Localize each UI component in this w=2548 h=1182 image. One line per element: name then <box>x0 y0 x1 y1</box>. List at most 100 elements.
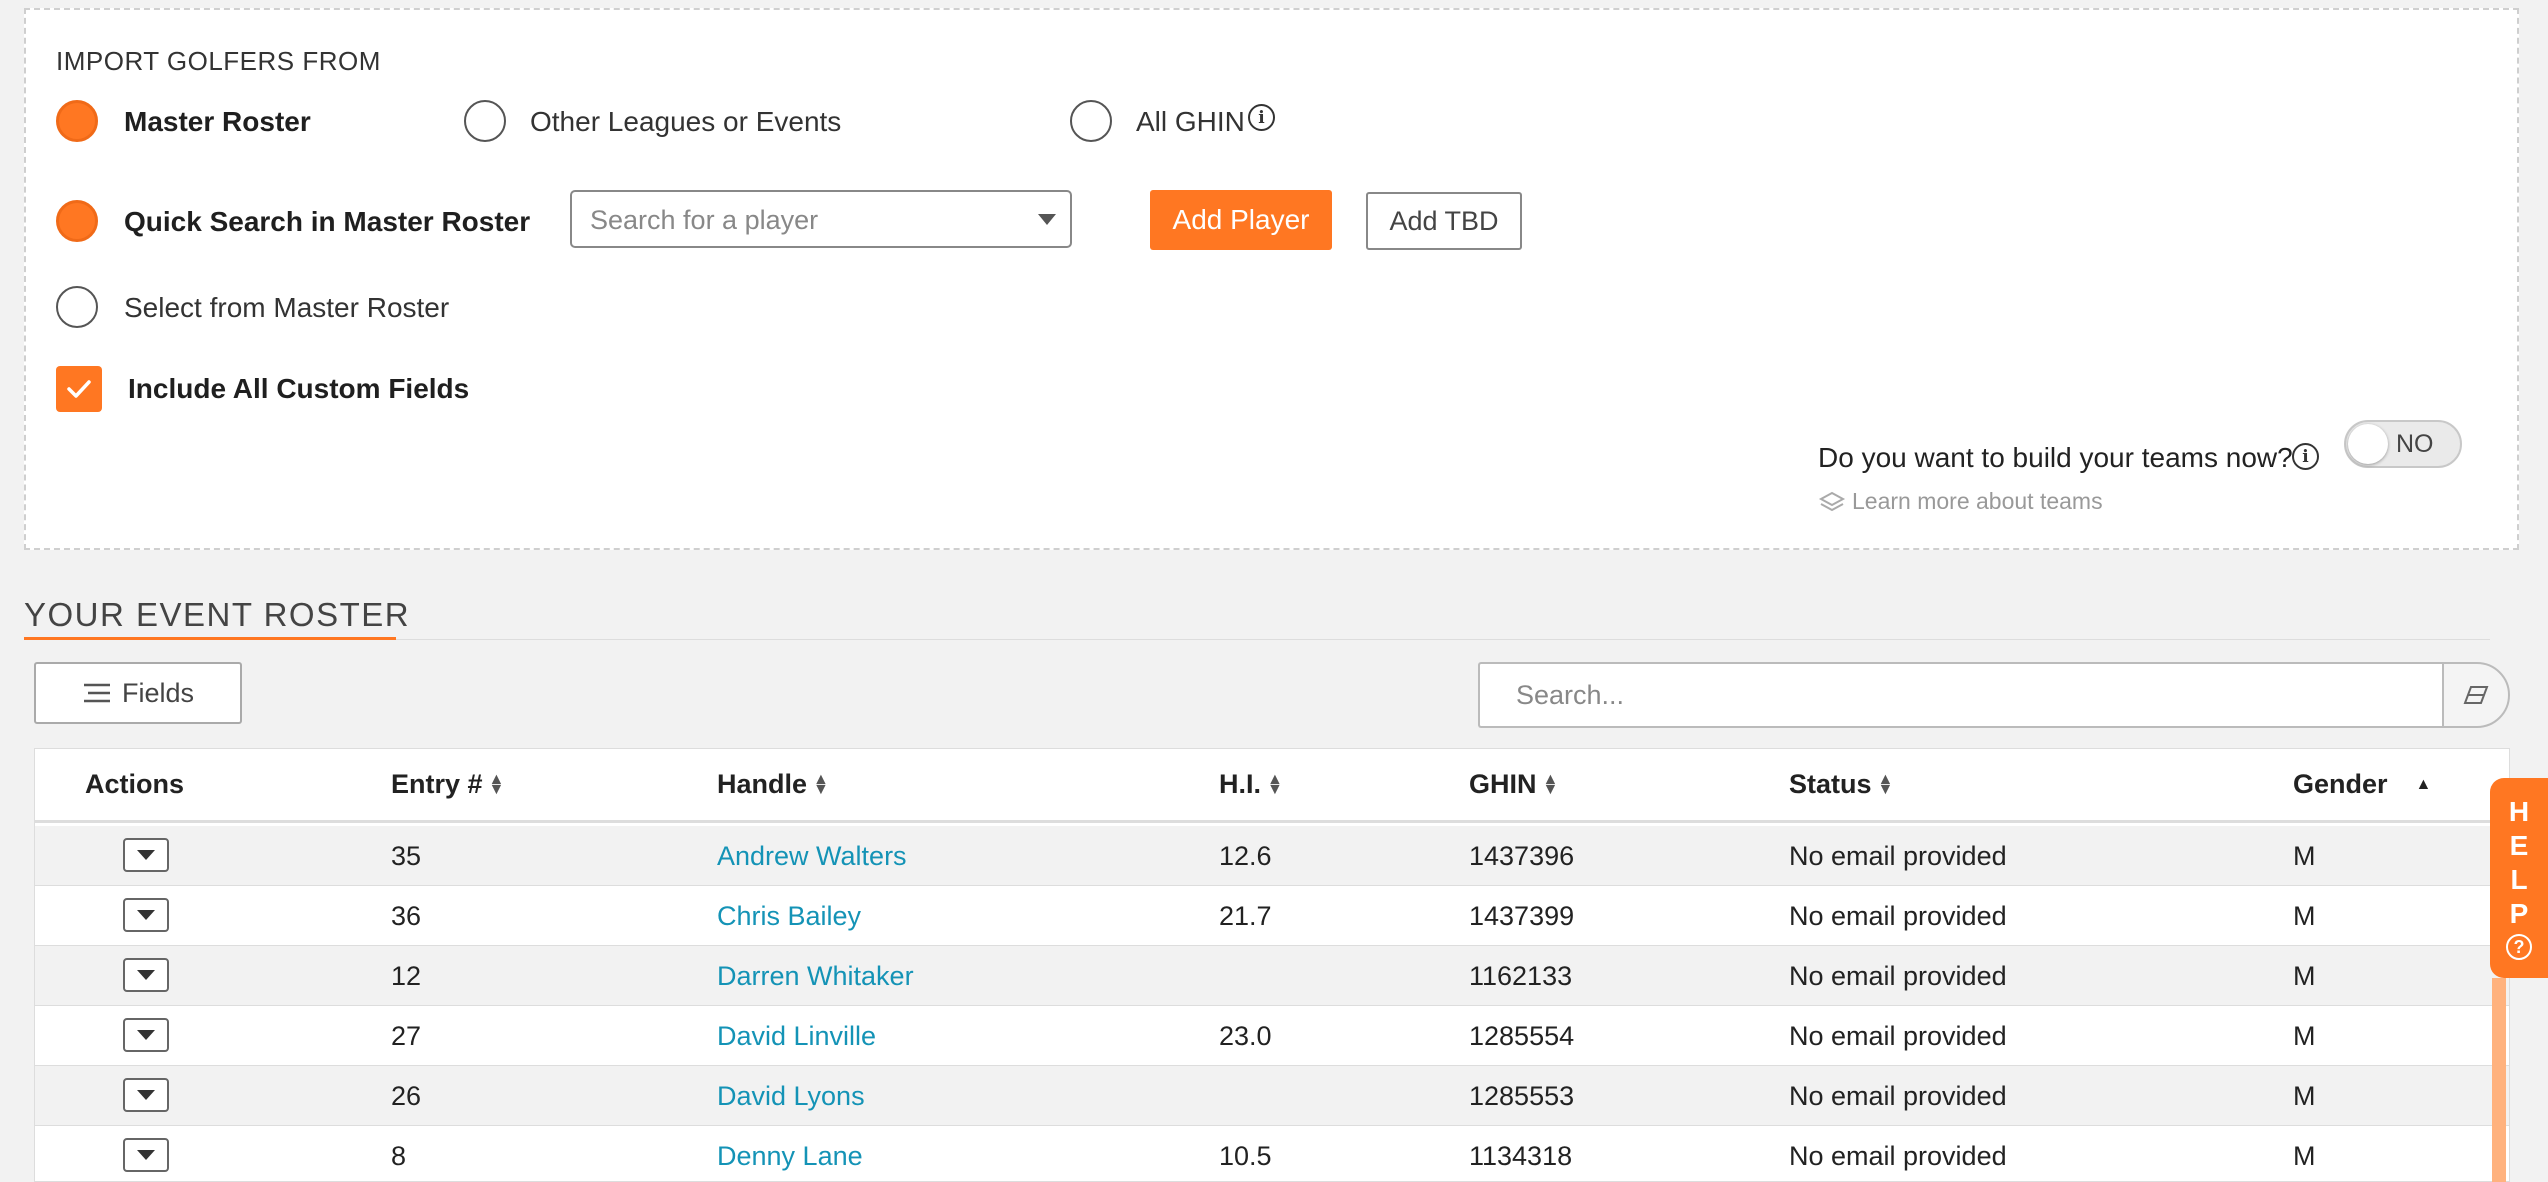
cell-handle[interactable]: Darren Whitaker <box>717 961 914 992</box>
radio-other-leagues[interactable] <box>464 100 506 142</box>
cell-status: No email provided <box>1789 1081 2007 1111</box>
radio-select-master-roster[interactable] <box>56 286 98 328</box>
table-row: 27 David Linville 23.0 1285554 No email prov… <box>35 1006 2509 1066</box>
cell-hi: 21.7 <box>1219 901 1272 931</box>
import-panel: IMPORT GOLFERS FROM Master Roster Other … <box>24 8 2519 550</box>
chevron-down-icon <box>137 850 155 860</box>
fields-button-label: Fields <box>121 677 195 708</box>
row-actions-dropdown[interactable] <box>123 1018 169 1052</box>
column-hi[interactable]: H.I. ▲ ▼ <box>1219 769 1283 800</box>
cell-entry: 27 <box>391 1021 422 1051</box>
chevron-down-icon <box>137 910 155 920</box>
column-entry[interactable]: Entry # ▲ ▼ <box>391 769 504 800</box>
cell-handle[interactable]: David Lyons <box>717 1081 865 1112</box>
cell-gender: M <box>2293 1021 2316 1051</box>
sort-icon[interactable]: ▲ ▼ <box>813 771 829 797</box>
table-row: 8 Denny Lane 10.5 1134318 No email provided M <box>35 1126 2509 1181</box>
row-actions-dropdown[interactable] <box>123 958 169 992</box>
cell-hi: 10.5 <box>1219 1141 1272 1171</box>
sort-icon[interactable]: ▲ ▼ <box>1878 771 1894 797</box>
radio-quick-search-label[interactable]: Quick Search in Master Roster <box>124 206 530 238</box>
import-title: IMPORT GOLFERS FROM <box>56 46 381 76</box>
help-strip <box>2492 978 2506 1182</box>
player-search-select[interactable]: Search for a player <box>570 190 1072 248</box>
row-actions-dropdown[interactable] <box>123 838 169 872</box>
roster-search-input[interactable]: Search... <box>1478 662 2444 728</box>
cell-handle[interactable]: David Linville <box>717 1021 876 1052</box>
list-icon <box>83 683 110 703</box>
chevron-down-icon <box>137 1090 155 1100</box>
table-row: 26 David Lyons 1285553 No email provided M <box>35 1066 2509 1126</box>
help-letter: E <box>2509 830 2529 861</box>
cell-ghin: 1134318 <box>1469 1141 1573 1171</box>
cell-entry: 35 <box>391 841 422 871</box>
player-search-placeholder: Search for a player <box>590 205 819 235</box>
toggle-knob <box>2348 424 2388 464</box>
eraser-icon <box>2463 686 2489 704</box>
cell-entry: 26 <box>391 1081 422 1111</box>
radio-all-ghin-label[interactable]: All GHIN <box>1136 106 1245 138</box>
learn-more-teams-link[interactable]: Learn more about teams <box>1818 488 2103 515</box>
table-row: 36 Chris Bailey 21.7 1437399 No email provid… <box>35 886 2509 946</box>
clear-search-button[interactable] <box>2442 662 2510 728</box>
sort-asc-icon[interactable]: ▲ <box>2416 776 2432 794</box>
include-custom-fields-checkbox[interactable] <box>56 366 102 412</box>
radio-master-roster-label[interactable]: Master Roster <box>124 106 311 138</box>
cell-handle[interactable]: Chris Bailey <box>717 901 861 932</box>
add-player-button[interactable]: Add Player <box>1150 190 1332 250</box>
column-ghin[interactable]: GHIN ▲ ▼ <box>1469 769 1558 800</box>
roster-title: YOUR EVENT ROSTER <box>24 596 411 633</box>
roster-title-underline <box>24 637 396 640</box>
column-gender[interactable]: Gender ▲ <box>2293 769 2431 800</box>
sort-icon[interactable]: ▲ ▼ <box>1543 771 1559 797</box>
table-header: Actions Entry # ▲ ▼ Handle ▲ ▼ H.I. ▲ ▼ GHIN ▲ ▼… <box>35 749 2509 823</box>
fields-button[interactable]: Fields <box>34 662 242 724</box>
help-tab[interactable]: H E L P ? <box>2490 778 2548 978</box>
question-icon: ? <box>2506 934 2532 960</box>
cell-gender: M <box>2293 961 2316 991</box>
chevron-down-icon <box>137 1030 155 1040</box>
teams-question-text: Do you want to build your teams now? <box>1818 442 2293 473</box>
chevron-down-icon <box>137 970 155 980</box>
cell-ghin: 1285554 <box>1469 1021 1575 1051</box>
cell-gender: M <box>2293 901 2316 931</box>
teams-info-icon[interactable]: i <box>2292 443 2319 470</box>
row-actions-dropdown[interactable] <box>123 898 169 932</box>
radio-all-ghin[interactable] <box>1070 100 1112 142</box>
check-icon <box>67 380 91 398</box>
cell-status: No email provided <box>1789 1021 2007 1051</box>
help-letter: P <box>2509 898 2529 929</box>
learn-more-text: Learn more about teams <box>1852 488 2103 514</box>
teams-question: Do you want to build your teams now? <box>1818 442 2293 474</box>
radio-quick-search[interactable] <box>56 200 98 242</box>
cell-ghin: 1437399 <box>1469 901 1575 931</box>
cell-status: No email provided <box>1789 901 2007 931</box>
cell-handle[interactable]: Andrew Walters <box>717 841 907 872</box>
roster-table: Actions Entry # ▲ ▼ Handle ▲ ▼ H.I. ▲ ▼ GHIN ▲ ▼… <box>34 748 2510 1182</box>
row-actions-dropdown[interactable] <box>123 1078 169 1112</box>
info-icon[interactable]: i <box>1248 104 1275 131</box>
column-status[interactable]: Status ▲ ▼ <box>1789 769 1893 800</box>
roster-search-placeholder: Search... <box>1516 680 1625 710</box>
cell-status: No email provided <box>1789 841 2007 871</box>
add-tbd-button[interactable]: Add TBD <box>1366 192 1522 250</box>
chevron-down-icon <box>1038 214 1056 225</box>
sort-icon[interactable]: ▲ ▼ <box>489 771 505 797</box>
sort-icon[interactable]: ▲ ▼ <box>1267 771 1283 797</box>
column-actions: Actions <box>85 769 185 799</box>
column-handle[interactable]: Handle ▲ ▼ <box>717 769 829 800</box>
cell-hi: 12.6 <box>1219 841 1272 871</box>
help-letter: L <box>2510 864 2528 895</box>
include-custom-fields-label[interactable]: Include All Custom Fields <box>128 373 469 405</box>
cell-handle[interactable]: Denny Lane <box>717 1141 863 1172</box>
radio-select-master-roster-label[interactable]: Select from Master Roster <box>124 292 449 324</box>
cell-status: No email provided <box>1789 961 2007 991</box>
cell-ghin: 1437396 <box>1469 841 1575 871</box>
row-actions-dropdown[interactable] <box>123 1138 169 1172</box>
table-row: 12 Darren Whitaker 1162133 No email provide… <box>35 946 2509 1006</box>
build-teams-toggle[interactable]: NO <box>2344 420 2462 468</box>
radio-master-roster[interactable] <box>56 100 98 142</box>
cell-hi: 23.0 <box>1219 1021 1272 1051</box>
cell-entry: 8 <box>391 1141 407 1171</box>
radio-other-leagues-label[interactable]: Other Leagues or Events <box>530 106 841 138</box>
